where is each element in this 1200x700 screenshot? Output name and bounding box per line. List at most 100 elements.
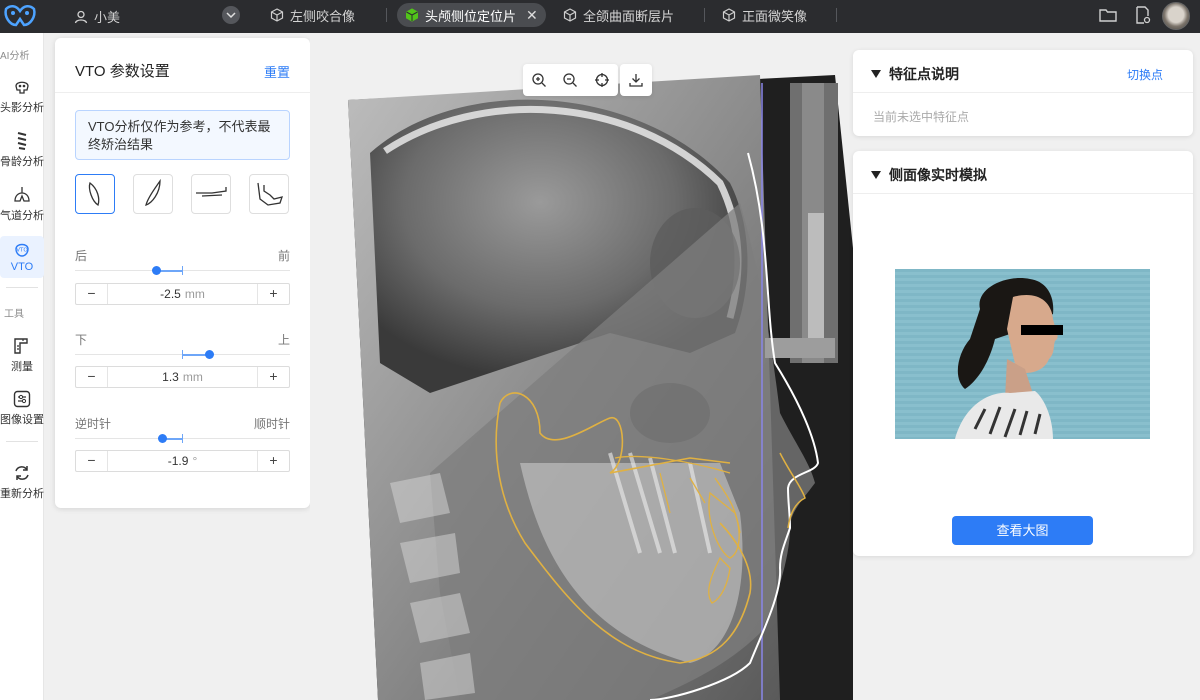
image-viewer[interactable] bbox=[310, 33, 853, 700]
rail-label: VTO bbox=[10, 261, 34, 273]
profile-photo[interactable] bbox=[895, 269, 1150, 439]
spine-icon bbox=[17, 132, 27, 150]
download-icon bbox=[629, 74, 643, 87]
increment-button[interactable]: + bbox=[258, 284, 289, 304]
center-icon[interactable] bbox=[594, 72, 610, 88]
translation-ap-slider[interactable] bbox=[75, 266, 290, 275]
empty-state-text: 当前未选中特征点 bbox=[873, 110, 970, 124]
rail-item-bone-age[interactable]: 骨龄分析 bbox=[0, 131, 44, 169]
chevron-down-icon bbox=[226, 12, 236, 19]
vto-settings-panel: VTO 参数设置 重置 VTO分析仅作为参考，不代表最终矫治结果 后 前 − -… bbox=[55, 38, 310, 508]
close-icon[interactable]: ✕ bbox=[526, 7, 538, 24]
tab-frontal-smile[interactable]: 正面微笑像 bbox=[714, 3, 815, 27]
slider-right-label: 顺时针 bbox=[253, 417, 290, 431]
tab-label: 头颅侧位定位片 bbox=[425, 8, 517, 24]
rail-label: 重新分析 bbox=[0, 488, 44, 500]
slider-thumb[interactable] bbox=[205, 350, 214, 359]
collapse-triangle-icon[interactable] bbox=[871, 70, 881, 78]
document-settings-icon[interactable] bbox=[1134, 6, 1152, 24]
decrement-button[interactable]: − bbox=[76, 284, 107, 304]
unit-text: ° bbox=[192, 454, 198, 468]
vto-icon: VTO bbox=[15, 243, 29, 257]
rail-label: 图像设置 bbox=[0, 414, 44, 426]
rail-divider bbox=[6, 441, 38, 442]
rail-item-reanalyze[interactable]: 重新分析 bbox=[0, 463, 44, 501]
ruler-icon bbox=[14, 338, 28, 354]
svg-text:VTO: VTO bbox=[16, 248, 28, 254]
zoom-in-icon[interactable] bbox=[531, 72, 547, 88]
rail-item-vto[interactable]: VTO VTO bbox=[0, 236, 44, 278]
increment-button[interactable]: + bbox=[258, 367, 289, 387]
value-field[interactable]: -2.5 mm bbox=[107, 284, 258, 304]
cephalometric-xray-image[interactable] bbox=[310, 33, 853, 700]
profile-photo-image bbox=[895, 269, 1150, 439]
slider-center-tick bbox=[182, 350, 183, 359]
translation-ap-stepper: − -2.5 mm + bbox=[75, 283, 290, 305]
user-name: 小美 bbox=[94, 10, 121, 25]
slider-thumb[interactable] bbox=[158, 434, 167, 443]
viewer-toolbar bbox=[523, 64, 618, 96]
divider bbox=[55, 92, 310, 93]
top-bar: 小美 左侧咬合像 头颅侧位定位片 ✕ 全颌曲面断层片 正面微笑像 bbox=[0, 0, 1200, 33]
rotation-stepper: − -1.9 ° + bbox=[75, 450, 290, 472]
section-ai-label: AI分析 bbox=[0, 51, 30, 62]
panel-header[interactable]: 特征点说明 bbox=[871, 64, 959, 84]
value-text: -1.9 bbox=[167, 454, 189, 468]
translation-vertical-stepper: − 1.3 mm + bbox=[75, 366, 290, 388]
decrement-button[interactable]: − bbox=[76, 367, 107, 387]
rotation-slider[interactable] bbox=[75, 434, 290, 443]
lower-incisor-mode-button[interactable] bbox=[133, 174, 173, 214]
rail-item-image-settings[interactable]: 图像设置 bbox=[0, 389, 44, 427]
cube-icon bbox=[406, 8, 418, 22]
tab-label: 左侧咬合像 bbox=[290, 8, 356, 24]
unit-text: mm bbox=[182, 370, 203, 384]
cube-icon bbox=[563, 8, 577, 22]
upper-incisor-mode-button[interactable] bbox=[75, 174, 115, 214]
refresh-icon bbox=[15, 466, 29, 480]
rail-item-measure[interactable]: 测量 bbox=[0, 336, 44, 374]
rail-label: 气道分析 bbox=[0, 210, 44, 222]
value-text: 1.3 bbox=[162, 370, 179, 384]
rail-item-airway[interactable]: 气道分析 bbox=[0, 185, 44, 223]
mandible-mode-button[interactable] bbox=[249, 174, 289, 214]
download-button[interactable] bbox=[620, 64, 652, 96]
collapse-triangle-icon[interactable] bbox=[871, 171, 881, 179]
tab-left-occlusal[interactable]: 左侧咬合像 bbox=[262, 3, 363, 27]
airway-icon bbox=[14, 187, 30, 202]
slider-right-label: 上 bbox=[277, 333, 290, 347]
increment-button[interactable]: + bbox=[258, 451, 289, 471]
slider-right-label: 前 bbox=[277, 249, 290, 263]
user-icon bbox=[74, 10, 88, 23]
cube-icon bbox=[270, 8, 284, 22]
patient-dropdown-button[interactable] bbox=[222, 6, 240, 24]
cube-icon bbox=[722, 8, 736, 22]
rail-divider bbox=[6, 287, 38, 288]
zoom-out-icon[interactable] bbox=[562, 72, 578, 88]
upper-incisor-mode-icon bbox=[88, 181, 100, 207]
value-text: -2.5 bbox=[160, 287, 181, 301]
panel-title: VTO 参数设置 bbox=[75, 63, 170, 80]
slider-left-label: 下 bbox=[75, 333, 88, 347]
maxilla-mode-button[interactable] bbox=[191, 174, 231, 214]
value-field[interactable]: -1.9 ° bbox=[107, 451, 258, 471]
switch-landmark-link[interactable]: 切换点 bbox=[1127, 66, 1163, 83]
user-menu[interactable]: 小美 bbox=[74, 7, 120, 26]
image-settings-icon bbox=[13, 390, 31, 408]
folder-icon[interactable] bbox=[1099, 7, 1117, 23]
slider-left-label: 后 bbox=[75, 249, 88, 263]
tab-panoramic[interactable]: 全颌曲面断层片 bbox=[555, 3, 682, 27]
slider-thumb[interactable] bbox=[152, 266, 161, 275]
translation-vertical-slider[interactable] bbox=[75, 350, 290, 359]
view-large-button[interactable]: 查看大图 bbox=[952, 516, 1093, 545]
tab-label: 正面微笑像 bbox=[742, 8, 808, 24]
rail-item-ceph-analysis[interactable]: 头影分析 bbox=[0, 77, 44, 115]
avatar[interactable] bbox=[1162, 2, 1190, 30]
decrement-button[interactable]: − bbox=[76, 451, 107, 471]
reset-button[interactable]: 重置 bbox=[264, 62, 290, 81]
tab-cephalometric[interactable]: 头颅侧位定位片 ✕ bbox=[397, 3, 546, 27]
value-field[interactable]: 1.3 mm bbox=[107, 367, 258, 387]
skull-icon bbox=[15, 81, 29, 94]
panel-header[interactable]: 侧面像实时模拟 bbox=[871, 165, 987, 185]
app-logo-icon bbox=[4, 5, 36, 27]
tab-divider bbox=[386, 8, 387, 22]
